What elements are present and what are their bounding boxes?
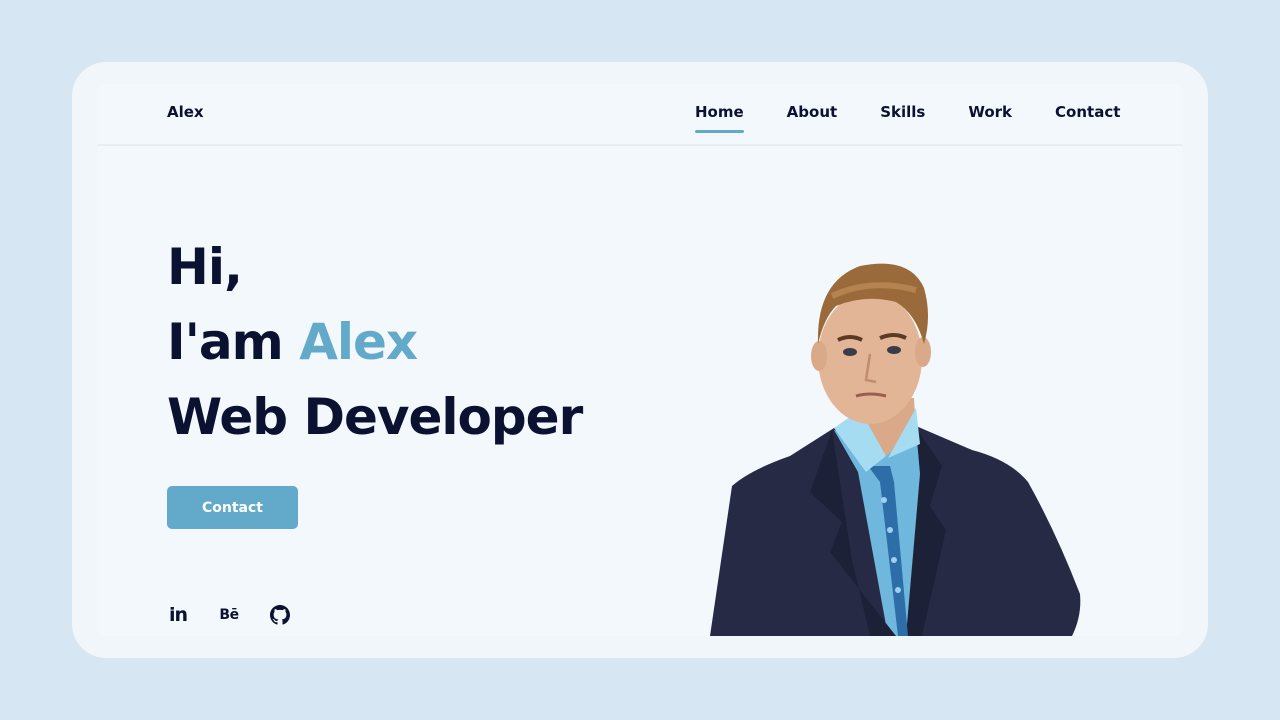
- behance-icon[interactable]: Bē: [218, 604, 240, 626]
- hero-heading: Hi, I'am Alex Web Developer: [167, 230, 583, 455]
- hero-name: Alex: [299, 313, 418, 371]
- profile-photo: [710, 263, 1081, 636]
- nav-home[interactable]: Home: [695, 103, 744, 133]
- hero-intro: I'am Alex: [167, 305, 582, 380]
- site-header: Alex Home About Skills Work Contact: [98, 84, 1182, 146]
- nav-work[interactable]: Work: [968, 103, 1012, 121]
- hero-greeting: Hi,: [167, 238, 243, 296]
- nav-skills[interactable]: Skills: [880, 103, 925, 121]
- page-content: Alex Home About Skills Work Contact Hi, …: [98, 84, 1182, 636]
- hero-role: Web Developer: [167, 388, 583, 446]
- github-icon[interactable]: [269, 604, 291, 626]
- main-nav: Home About Skills Work Contact: [695, 103, 1120, 133]
- linkedin-icon[interactable]: in: [167, 604, 189, 626]
- contact-button[interactable]: Contact: [167, 486, 298, 529]
- portfolio-card: Alex Home About Skills Work Contact Hi, …: [72, 62, 1208, 658]
- nav-contact[interactable]: Contact: [1055, 103, 1120, 121]
- nav-about[interactable]: About: [787, 103, 838, 121]
- hero-intro-prefix: I'am: [167, 313, 284, 371]
- social-links: in Bē: [167, 604, 320, 626]
- logo[interactable]: Alex: [167, 103, 204, 121]
